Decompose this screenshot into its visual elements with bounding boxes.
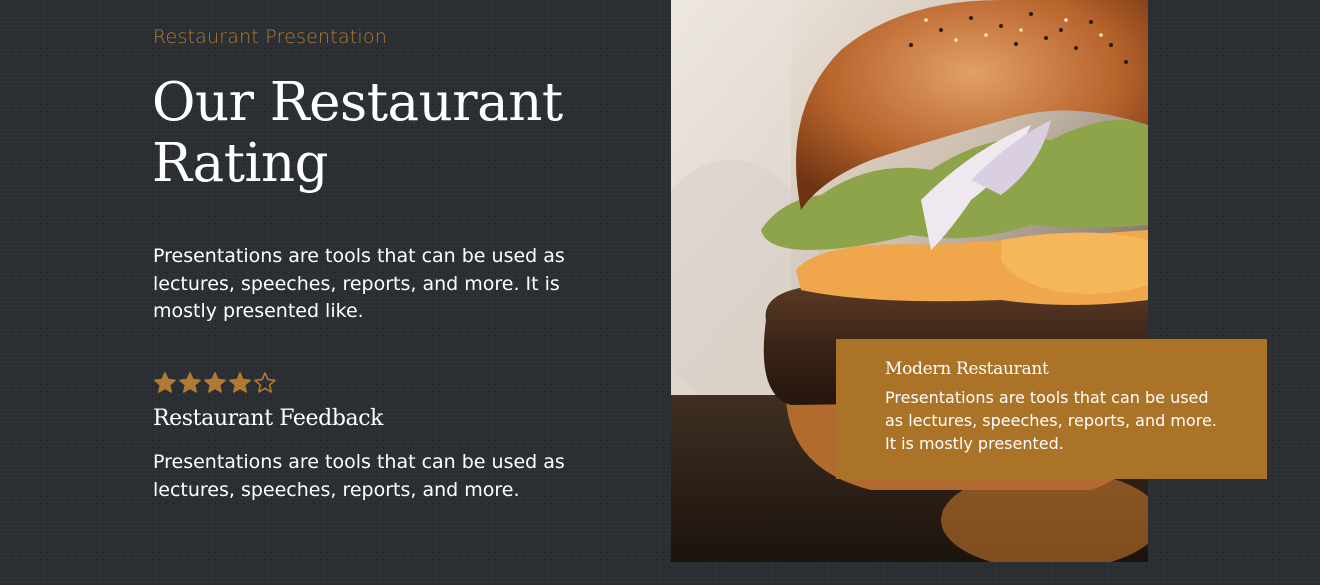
card-text: Presentations are tools that can be used… <box>885 388 1217 453</box>
feedback-text: Presentations are tools that can be used… <box>153 451 565 501</box>
feedback-title: Restaurant Feedback <box>153 406 384 431</box>
card-title: Modern Restaurant <box>885 359 1049 379</box>
star-filled-icon <box>204 372 226 393</box>
star-filled-icon <box>179 372 201 393</box>
page-title: Our Restaurant Rating <box>152 72 563 194</box>
section-eyebrow: Restaurant Presentation <box>153 26 387 48</box>
intro-paragraph: Presentations are tools that can be used… <box>153 245 565 322</box>
star-outline-icon <box>254 372 276 393</box>
star-filled-icon <box>229 372 251 393</box>
star-filled-icon <box>154 372 176 393</box>
star-rating <box>153 371 277 395</box>
feature-card: Modern Restaurant Presentations are tool… <box>836 339 1267 479</box>
